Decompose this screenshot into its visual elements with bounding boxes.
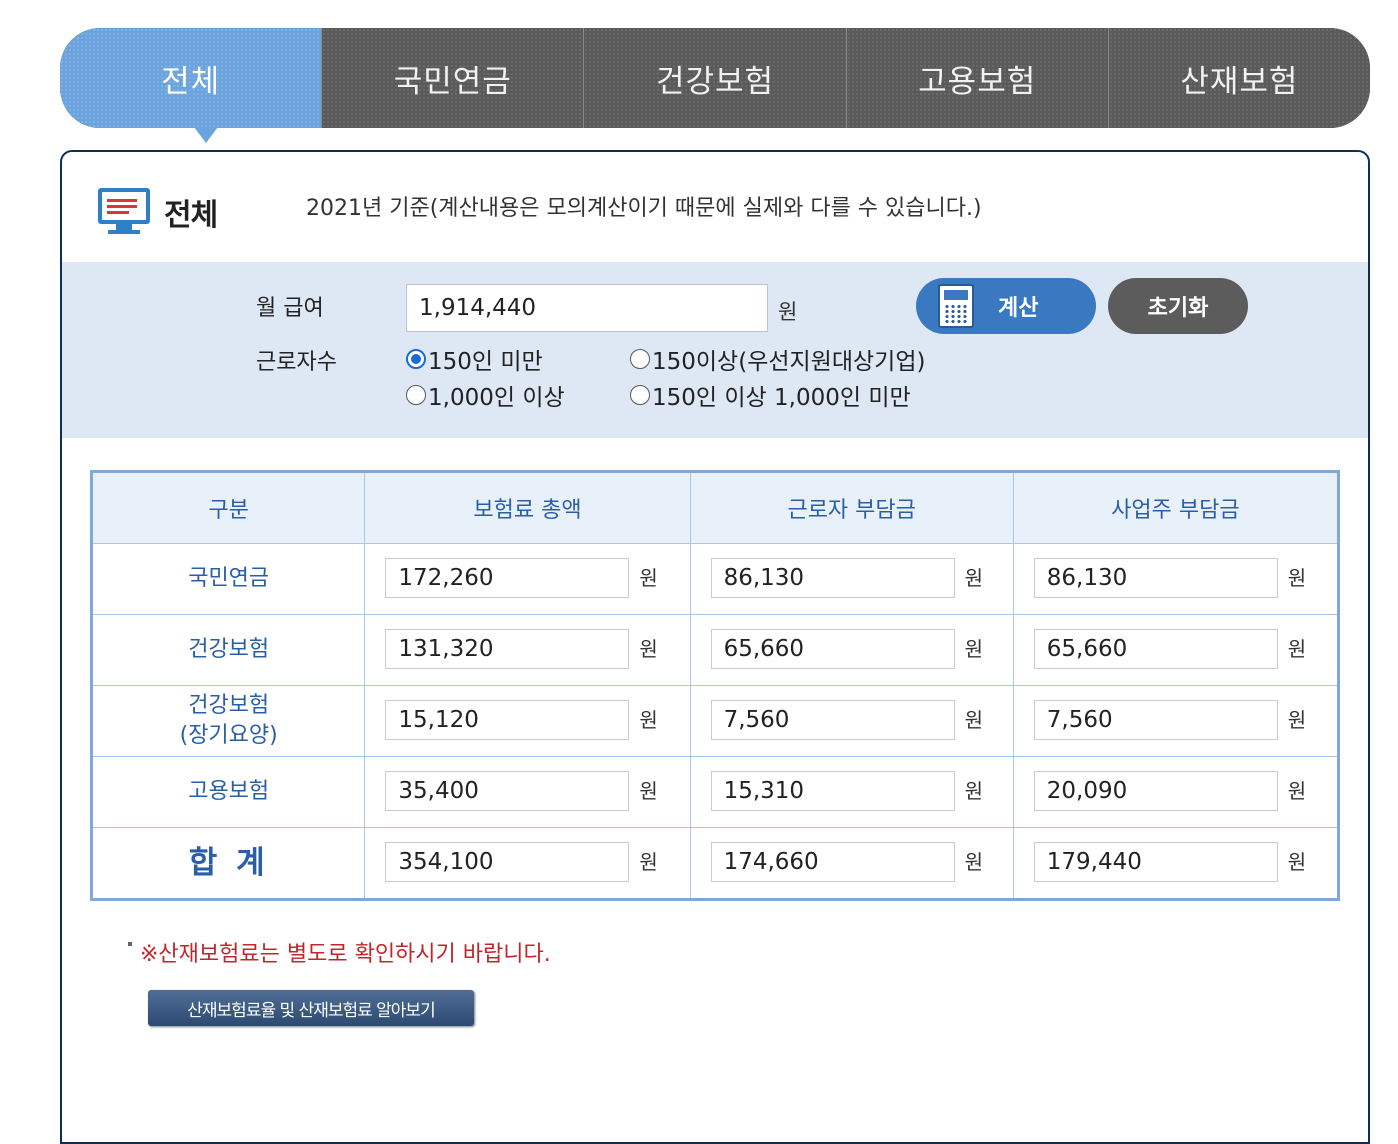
unit-label: 원 (1287, 850, 1307, 874)
bullet-icon (128, 942, 132, 946)
table-header-row: 구분 보험료 총액 근로자 부담금 사업주 부담금 (90, 471, 1340, 544)
value-field[interactable] (385, 558, 630, 598)
total-value-field[interactable] (385, 842, 630, 882)
salary-input[interactable] (406, 284, 768, 332)
calculator-icon (938, 284, 974, 328)
value-field[interactable] (710, 700, 955, 740)
total-value-field[interactable] (1033, 842, 1278, 882)
panel-title: 전체 (164, 198, 218, 233)
value-field[interactable] (710, 771, 955, 811)
radio-button[interactable] (406, 385, 426, 405)
unit-label: 원 (1287, 708, 1307, 732)
monitor-icon (98, 188, 156, 236)
radio-button-checked[interactable] (406, 349, 426, 369)
value-field[interactable] (710, 558, 955, 598)
unit-label: 원 (639, 850, 658, 874)
tab-industrial-accident-insurance[interactable]: 산재보험 (1107, 28, 1370, 128)
workers-label: 근로자수 (256, 350, 337, 375)
unit-label: 원 (964, 637, 983, 661)
value-field[interactable] (385, 700, 630, 740)
value-field[interactable] (1033, 629, 1278, 669)
row-label: 건강보험 (장기요양) (90, 685, 366, 757)
header-category: 구분 (90, 471, 366, 544)
salary-label: 월 급여 (256, 296, 324, 321)
radio-button[interactable] (630, 385, 650, 405)
table-row: 고용보험 원 원 원 (90, 756, 1340, 828)
industrial-accident-rate-link-button[interactable]: 산재보험료율 및 산재보험료 알아보기 (148, 990, 474, 1026)
table-row: 건강보험 원 원 원 (90, 614, 1340, 686)
input-form: 월 급여 원 계산 초기화 근로자수 150인 미만 150이상(우선지원대상기… (62, 262, 1368, 438)
insurance-tabs: 전체 국민연금 건강보험 고용보험 산재보험 (60, 28, 1370, 128)
calculator-panel: 전체 2021년 기준(계산내용은 모의계산이기 때문에 실제와 다를 수 있습… (60, 150, 1370, 1144)
unit-label: 원 (639, 708, 658, 732)
row-label: 건강보험 (90, 614, 366, 686)
radio-label: 1,000인 이상 (428, 385, 565, 411)
value-field[interactable] (1033, 558, 1278, 598)
reset-button[interactable]: 초기화 (1108, 278, 1248, 334)
total-row-label: 합 계 (90, 827, 366, 900)
radio-under-150[interactable]: 150인 미만 (406, 342, 543, 376)
radio-150-priority-support[interactable]: 150이상(우선지원대상기업) (630, 342, 925, 376)
radio-label: 150인 이상 1,000인 미만 (652, 385, 911, 411)
radio-label: 150이상(우선지원대상기업) (652, 349, 926, 375)
radio-button[interactable] (630, 349, 650, 369)
calculate-button[interactable]: 계산 (916, 278, 1096, 334)
unit-label: 원 (639, 637, 658, 661)
unit-label: 원 (1287, 779, 1307, 803)
value-field[interactable] (1033, 771, 1278, 811)
row-label: 국민연금 (90, 543, 366, 615)
active-tab-pointer (194, 127, 218, 143)
radio-1000-plus[interactable]: 1,000인 이상 (406, 378, 565, 412)
unit-label: 원 (639, 566, 658, 590)
calculate-button-label: 계산 (998, 296, 1039, 321)
unit-label: 원 (639, 779, 658, 803)
unit-label: 원 (964, 708, 983, 732)
tab-all[interactable]: 전체 (60, 28, 322, 128)
table-row: 국민연금 원 원 원 (90, 543, 1340, 615)
table-row: 건강보험 (장기요양) 원 원 원 (90, 685, 1340, 757)
value-field[interactable] (385, 771, 630, 811)
tab-employment-insurance[interactable]: 고용보험 (845, 28, 1108, 128)
value-field[interactable] (385, 629, 630, 669)
unit-label: 원 (1287, 566, 1307, 590)
unit-label: 원 (1287, 637, 1307, 661)
header-employer-share: 사업주 부담금 (1012, 471, 1340, 544)
header-total-premium: 보험료 총액 (364, 471, 691, 544)
unit-label: 원 (964, 566, 983, 590)
value-field[interactable] (710, 629, 955, 669)
notice-text: ※산재보험료는 별도로 확인하시기 바랍니다. (140, 942, 551, 967)
unit-label: 원 (964, 779, 983, 803)
radio-label: 150인 미만 (428, 349, 543, 375)
row-label: 고용보험 (90, 756, 366, 828)
salary-unit: 원 (778, 300, 798, 324)
premium-result-table: 구분 보험료 총액 근로자 부담금 사업주 부담금 국민연금 원 원 원 건강보… (90, 470, 1340, 901)
header-employee-share: 근로자 부담금 (689, 471, 1014, 544)
radio-150-to-1000[interactable]: 150인 이상 1,000인 미만 (630, 378, 911, 412)
total-value-field[interactable] (710, 842, 955, 882)
tab-national-pension[interactable]: 국민연금 (321, 28, 584, 128)
notice-text-wrapper: ※산재보험료는 별도로 확인하시기 바랍니다. (128, 936, 551, 968)
panel-header: 전체 (98, 188, 218, 236)
unit-label: 원 (964, 850, 983, 874)
basis-note: 2021년 기준(계산내용은 모의계산이기 때문에 실제와 다를 수 있습니다.… (306, 196, 982, 221)
tab-health-insurance[interactable]: 건강보험 (583, 28, 846, 128)
table-row-total: 합 계 원 원 원 (90, 827, 1340, 900)
value-field[interactable] (1033, 700, 1278, 740)
